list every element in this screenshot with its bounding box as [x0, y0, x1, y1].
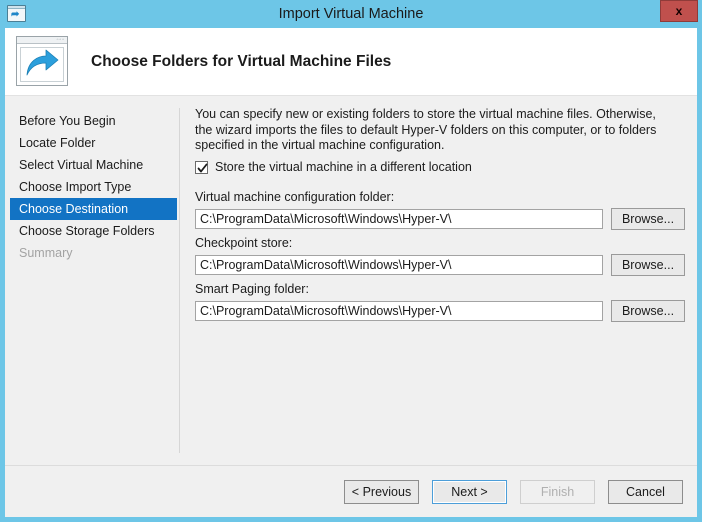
- checkmark-icon: [197, 163, 208, 172]
- sidebar-item-choose-destination[interactable]: Choose Destination: [10, 198, 177, 220]
- vm-configuration-folder-label: Virtual machine configuration folder:: [195, 190, 395, 204]
- window-frame-right: [697, 28, 702, 522]
- header-icon-window-dots: ▫▫▫: [56, 37, 65, 43]
- smart-paging-folder-input[interactable]: [195, 301, 603, 321]
- checkpoint-store-label: Checkpoint store:: [195, 236, 293, 250]
- smart-paging-folder-label: Smart Paging folder:: [195, 282, 309, 296]
- sidebar-item-before-you-begin[interactable]: Before You Begin: [5, 110, 177, 132]
- smart-paging-folder-group: Smart Paging folder: Browse...: [195, 282, 685, 322]
- sidebar-item-locate-folder[interactable]: Locate Folder: [5, 132, 177, 154]
- window-title: Import Virtual Machine: [278, 6, 424, 22]
- description-text: You can specify new or existing folders …: [195, 107, 657, 152]
- title-bar: ➦ Import Virtual Machine x: [0, 0, 702, 28]
- sidebar-item-select-virtual-machine[interactable]: Select Virtual Machine: [5, 154, 177, 176]
- next-button[interactable]: Next >: [432, 480, 507, 504]
- import-arrow-icon: ▫▫▫: [16, 36, 68, 86]
- store-in-different-location-label: Store the virtual machine in a different…: [215, 160, 472, 174]
- cancel-button[interactable]: Cancel: [608, 480, 683, 504]
- wizard-steps-sidebar: Before You Begin Locate Folder Select Vi…: [5, 110, 177, 264]
- checkpoint-store-browse-button[interactable]: Browse...: [611, 254, 685, 276]
- finish-button: Finish: [520, 480, 595, 504]
- store-in-different-location-row[interactable]: Store the virtual machine in a different…: [195, 160, 472, 174]
- store-in-different-location-checkbox[interactable]: [195, 160, 208, 174]
- checkpoint-store-row: Browse...: [195, 254, 685, 276]
- sidebar-divider: [179, 108, 180, 453]
- vm-configuration-folder-row: Browse...: [195, 208, 685, 230]
- wizard-header: ▫▫▫ Choose Folders for Virtual Machine F…: [5, 28, 697, 96]
- vm-configuration-folder-group: Virtual machine configuration folder: Br…: [195, 190, 685, 230]
- previous-button[interactable]: < Previous: [344, 480, 419, 504]
- vm-configuration-folder-input[interactable]: [195, 209, 603, 229]
- header-icon-arrow-glyph: [26, 49, 59, 76]
- wizard-body: Before You Begin Locate Folder Select Vi…: [5, 96, 697, 465]
- sidebar-item-summary: Summary: [19, 246, 73, 260]
- window-frame-bottom: [0, 517, 702, 522]
- smart-paging-folder-row: Browse...: [195, 300, 685, 322]
- page-title: Choose Folders for Virtual Machine Files: [91, 53, 392, 70]
- footer-button-group: < Previous Next > Finish Cancel: [344, 480, 683, 504]
- wizard-footer: < Previous Next > Finish Cancel: [5, 465, 697, 517]
- import-virtual-machine-window: ➦ Import Virtual Machine x ▫▫▫ Choose Fo…: [0, 0, 702, 522]
- checkpoint-store-input[interactable]: [195, 255, 603, 275]
- close-button[interactable]: x: [660, 0, 698, 22]
- sidebar-item-choose-import-type[interactable]: Choose Import Type: [5, 176, 177, 198]
- sidebar-item-choose-storage-folders[interactable]: Choose Storage Folders: [5, 220, 177, 242]
- checkpoint-store-group: Checkpoint store: Browse...: [195, 236, 685, 276]
- smart-paging-folder-browse-button[interactable]: Browse...: [611, 300, 685, 322]
- vm-configuration-folder-browse-button[interactable]: Browse...: [611, 208, 685, 230]
